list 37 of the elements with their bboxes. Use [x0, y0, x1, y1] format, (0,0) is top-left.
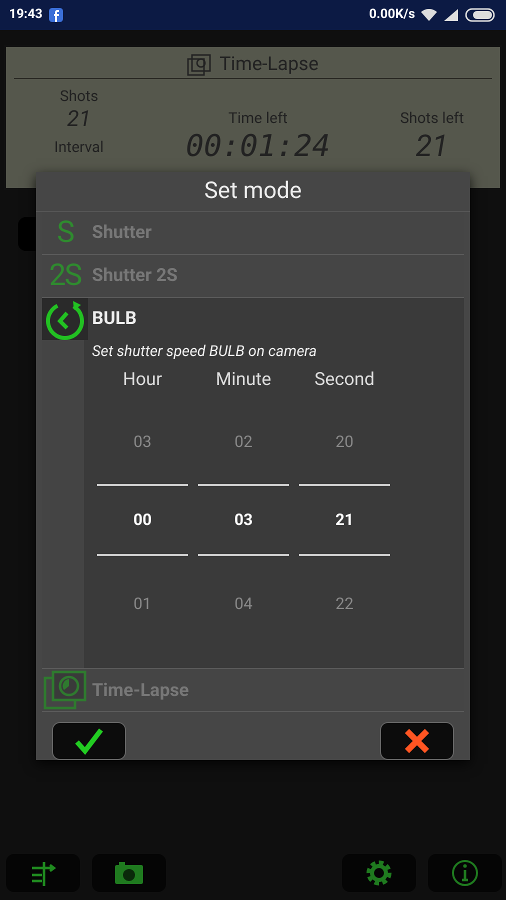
picker-option[interactable]: 03	[134, 400, 152, 484]
picker-option[interactable]: 01	[134, 556, 152, 652]
picker-option[interactable]: 22	[336, 556, 354, 652]
photo-stack-icon	[43, 670, 87, 710]
camera-icon	[114, 861, 144, 885]
mode-letter-icon: S	[43, 218, 87, 248]
close-icon	[403, 727, 431, 755]
mode-item[interactable]: BULB Set shutter speed BULB on camera Hour 03 00 01 Minute 02 03 04 Second 20 21 22	[42, 298, 464, 669]
mode-label: BULB	[92, 307, 137, 331]
photo-stack-icon	[187, 54, 212, 76]
clock: 19:43	[9, 6, 42, 24]
picker-selected-value[interactable]: 21	[335, 486, 354, 554]
signal-icon	[443, 9, 459, 21]
sequence-button[interactable]	[6, 854, 80, 892]
camera-button[interactable]	[92, 854, 166, 892]
picker-label: Hour	[122, 368, 162, 392]
picker-label: Second	[314, 368, 374, 392]
info-button[interactable]	[428, 854, 502, 892]
picker-option[interactable]: 02	[234, 400, 252, 484]
arrows-icon	[30, 860, 56, 886]
picker-selected-value[interactable]: 03	[234, 486, 253, 554]
picker-option[interactable]: 20	[336, 400, 354, 484]
picker-selected-value[interactable]: 00	[133, 486, 152, 554]
settings-icon	[365, 859, 393, 887]
facebook-icon	[48, 8, 62, 22]
cancel-button[interactable]	[380, 722, 454, 760]
info-icon	[451, 859, 479, 887]
mode-letter-icon: 2S	[43, 260, 87, 290]
picker-label: Minute	[216, 368, 272, 392]
check-icon	[74, 727, 104, 755]
network-speed: 0.00K/s	[369, 6, 415, 24]
battery-icon	[465, 8, 497, 22]
confirm-button[interactable]	[52, 722, 126, 760]
wifi-icon	[421, 9, 437, 21]
settings-button[interactable]	[342, 854, 416, 892]
mode-description: Set shutter speed BULB on camera	[92, 340, 318, 362]
picker-option[interactable]: 04	[234, 556, 252, 652]
